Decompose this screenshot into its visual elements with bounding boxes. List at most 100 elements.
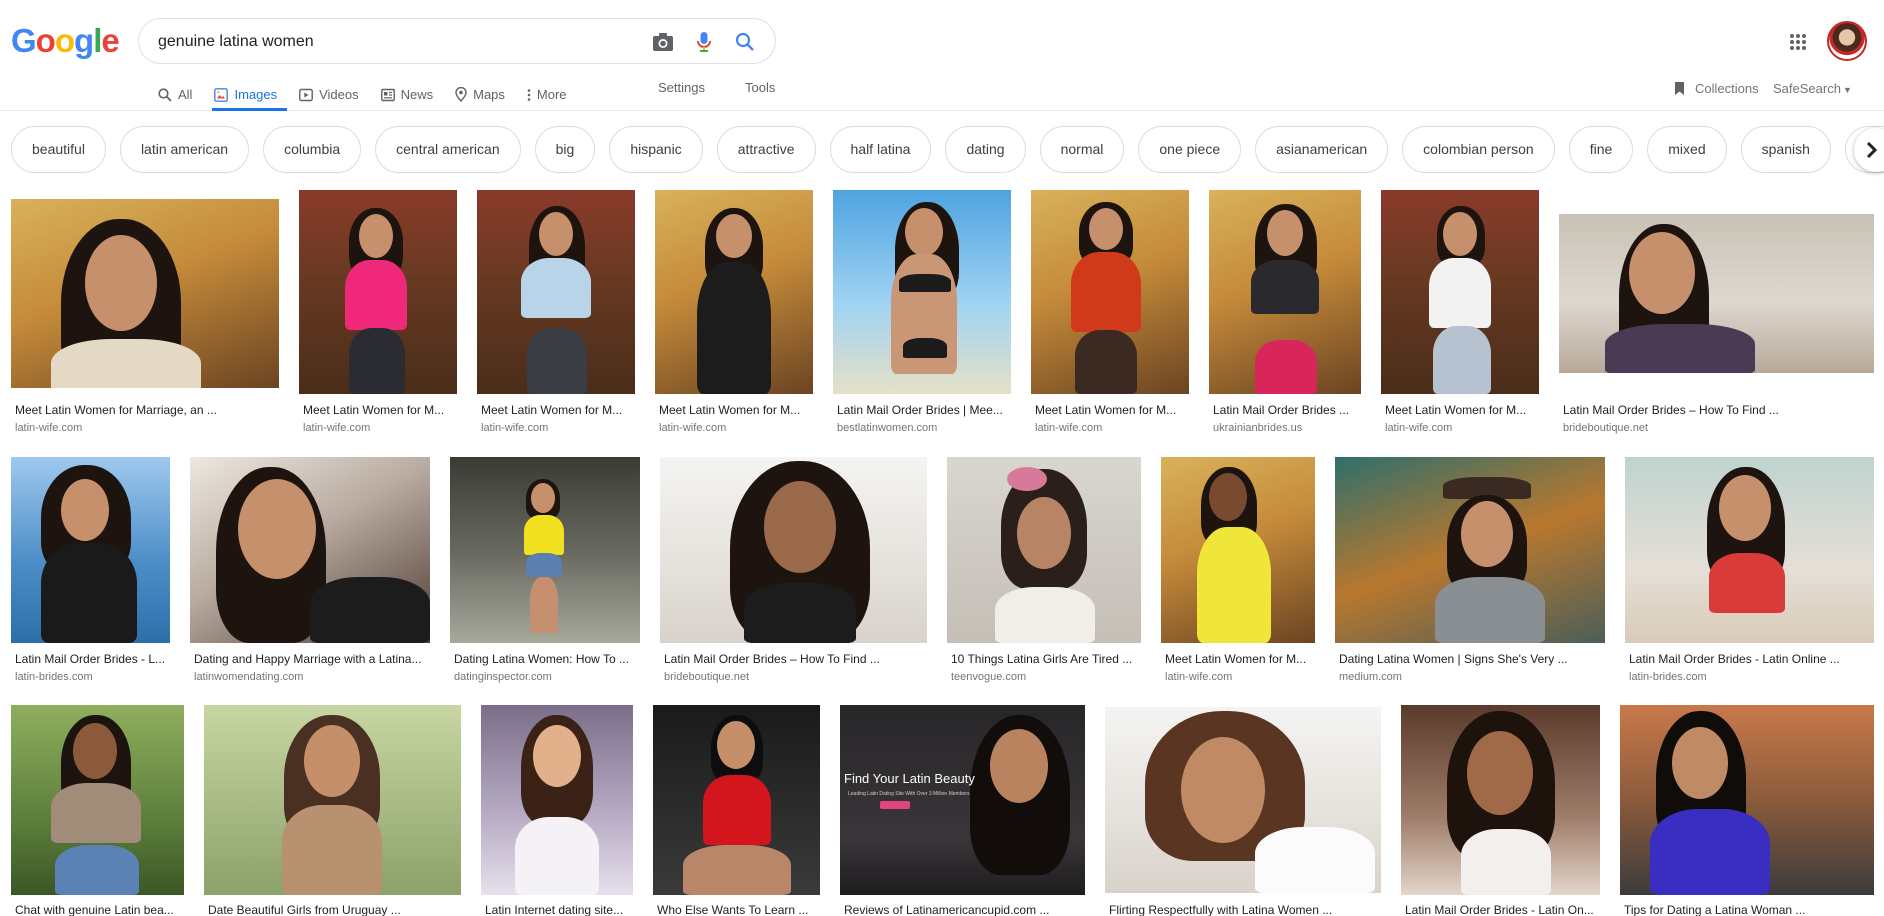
- image-result[interactable]: Latin Mail Order Brides ... ukrainianbri…: [1209, 190, 1361, 438]
- chip[interactable]: normal: [1039, 126, 1125, 173]
- result-source[interactable]: latin-wife.com: [1165, 671, 1315, 683]
- result-thumbnail[interactable]: [1620, 705, 1874, 895]
- result-caption[interactable]: Flirting Respectfully with Latina Women …: [1109, 903, 1381, 916]
- result-thumbnail[interactable]: [190, 457, 430, 643]
- image-result[interactable]: Latin Mail Order Brides - L... latin-bri…: [11, 457, 170, 685]
- result-caption[interactable]: Latin Mail Order Brides - Latin Online .…: [1629, 652, 1874, 666]
- result-source[interactable]: brideboutique.net: [1563, 422, 1874, 434]
- tab-more[interactable]: More: [525, 78, 577, 111]
- result-thumbnail[interactable]: [299, 190, 457, 394]
- avatar[interactable]: [1827, 21, 1867, 61]
- image-result[interactable]: Tips for Dating a Latina Woman ...: [1620, 705, 1874, 916]
- result-source[interactable]: latin-brides.com: [1629, 671, 1874, 683]
- tab-all[interactable]: All: [156, 78, 202, 111]
- result-caption[interactable]: Tips for Dating a Latina Woman ...: [1624, 903, 1874, 916]
- chip[interactable]: asianamerican: [1255, 126, 1389, 173]
- chip[interactable]: latin american: [119, 126, 250, 173]
- result-source[interactable]: latin-wife.com: [1035, 422, 1189, 434]
- result-source[interactable]: bestlatinwomen.com: [837, 422, 1011, 434]
- result-caption[interactable]: Meet Latin Women for M...: [1385, 403, 1539, 417]
- result-source[interactable]: latin-brides.com: [15, 671, 170, 683]
- result-source[interactable]: latin-wife.com: [303, 422, 457, 434]
- image-result[interactable]: Dating Latina Women | Signs She's Very .…: [1335, 457, 1605, 685]
- result-thumbnail[interactable]: [833, 190, 1011, 394]
- chip[interactable]: half latina: [829, 126, 932, 173]
- tab-videos[interactable]: Videos: [297, 78, 369, 111]
- result-caption[interactable]: Latin Mail Order Brides – How To Find ..…: [1563, 403, 1874, 417]
- image-result[interactable]: Meet Latin Women for M... latin-wife.com: [477, 190, 635, 438]
- mic-icon[interactable]: [692, 30, 716, 54]
- chip[interactable]: mixed: [1647, 126, 1727, 173]
- image-result[interactable]: Meet Latin Women for M... latin-wife.com: [1161, 457, 1315, 685]
- result-source[interactable]: ukrainianbrides.us: [1213, 422, 1361, 434]
- tab-maps[interactable]: Maps: [453, 78, 515, 111]
- result-thumbnail[interactable]: [1161, 457, 1315, 643]
- result-thumbnail[interactable]: [11, 199, 279, 388]
- image-result[interactable]: Latin Mail Order Brides - Latin Online .…: [1625, 457, 1874, 685]
- result-caption[interactable]: Meet Latin Women for M...: [481, 403, 635, 417]
- chip[interactable]: beautiful: [11, 126, 106, 173]
- result-caption[interactable]: Latin Mail Order Brides | Mee...: [837, 403, 1011, 417]
- image-result[interactable]: Latin Internet dating site...: [481, 705, 633, 916]
- result-source[interactable]: latin-wife.com: [481, 422, 635, 434]
- result-caption[interactable]: Dating Latina Women: How To ...: [454, 652, 640, 666]
- result-thumbnail[interactable]: [1381, 190, 1539, 394]
- result-thumbnail[interactable]: [1105, 707, 1381, 893]
- result-caption[interactable]: Latin Mail Order Brides – How To Find ..…: [664, 652, 927, 666]
- result-caption[interactable]: Latin Mail Order Brides - Latin On...: [1405, 903, 1600, 916]
- image-result[interactable]: Meet Latin Women for Marriage, an ... la…: [11, 190, 279, 438]
- result-caption[interactable]: Date Beautiful Girls from Uruguay ...: [208, 903, 461, 916]
- image-result[interactable]: Chat with genuine Latin bea...: [11, 705, 184, 916]
- result-thumbnail[interactable]: Find Your Latin Beauty Leading Latin Dat…: [840, 705, 1085, 895]
- result-thumbnail[interactable]: [1401, 705, 1600, 895]
- result-thumbnail[interactable]: [477, 190, 635, 394]
- chip[interactable]: spanish: [1740, 126, 1831, 173]
- result-thumbnail[interactable]: [450, 457, 640, 643]
- result-thumbnail[interactable]: [655, 190, 813, 394]
- settings-link[interactable]: Settings: [658, 80, 705, 95]
- chip[interactable]: colombian person: [1402, 126, 1555, 173]
- result-caption[interactable]: Chat with genuine Latin bea...: [15, 903, 184, 916]
- chip[interactable]: columbia: [263, 126, 362, 173]
- result-source[interactable]: medium.com: [1339, 671, 1605, 683]
- tab-news[interactable]: News: [379, 78, 444, 111]
- tab-images[interactable]: Images: [212, 78, 288, 111]
- result-source[interactable]: latin-wife.com: [1385, 422, 1539, 434]
- result-caption[interactable]: Dating and Happy Marriage with a Latina.…: [194, 652, 430, 666]
- collections-link[interactable]: Collections: [1674, 81, 1759, 96]
- image-result[interactable]: Latin Mail Order Brides – How To Find ..…: [1559, 190, 1874, 438]
- result-thumbnail[interactable]: [1625, 457, 1874, 643]
- search-input[interactable]: [158, 30, 618, 54]
- result-thumbnail[interactable]: [947, 457, 1141, 643]
- result-thumbnail[interactable]: [11, 705, 184, 895]
- result-caption[interactable]: Reviews of Latinamericancupid.com ...: [844, 903, 1085, 916]
- image-result[interactable]: Meet Latin Women for M... latin-wife.com: [299, 190, 457, 438]
- result-thumbnail[interactable]: [204, 705, 461, 895]
- apps-icon[interactable]: [1786, 30, 1810, 54]
- image-result[interactable]: Latin Mail Order Brides – How To Find ..…: [660, 457, 927, 685]
- result-caption[interactable]: Latin Internet dating site...: [485, 903, 633, 916]
- result-caption[interactable]: Latin Mail Order Brides ...: [1213, 403, 1361, 417]
- result-source[interactable]: brideboutique.net: [664, 671, 927, 683]
- chip[interactable]: dating: [945, 126, 1026, 173]
- image-result[interactable]: Meet Latin Women for M... latin-wife.com: [655, 190, 813, 438]
- result-thumbnail[interactable]: [1031, 190, 1189, 394]
- camera-icon[interactable]: [651, 30, 675, 54]
- result-caption[interactable]: Meet Latin Women for M...: [1035, 403, 1189, 417]
- result-caption[interactable]: Meet Latin Women for M...: [303, 403, 457, 417]
- result-thumbnail[interactable]: [1559, 214, 1874, 373]
- result-caption[interactable]: Meet Latin Women for M...: [1165, 652, 1315, 666]
- result-thumbnail[interactable]: [11, 457, 170, 643]
- result-thumbnail[interactable]: [481, 705, 633, 895]
- result-caption[interactable]: Meet Latin Women for Marriage, an ...: [15, 403, 279, 417]
- result-source[interactable]: teenvogue.com: [951, 671, 1141, 683]
- google-logo[interactable]: Google: [11, 22, 120, 60]
- result-source[interactable]: latinwomendating.com: [194, 671, 430, 683]
- chip[interactable]: one piece: [1138, 126, 1242, 173]
- chip[interactable]: central american: [375, 126, 521, 173]
- result-thumbnail[interactable]: [1335, 457, 1605, 643]
- result-caption[interactable]: Dating Latina Women | Signs She's Very .…: [1339, 652, 1605, 666]
- result-thumbnail[interactable]: [1209, 190, 1361, 394]
- image-result[interactable]: Latin Mail Order Brides - Latin On...: [1401, 705, 1600, 916]
- result-caption[interactable]: Latin Mail Order Brides - L...: [15, 652, 170, 666]
